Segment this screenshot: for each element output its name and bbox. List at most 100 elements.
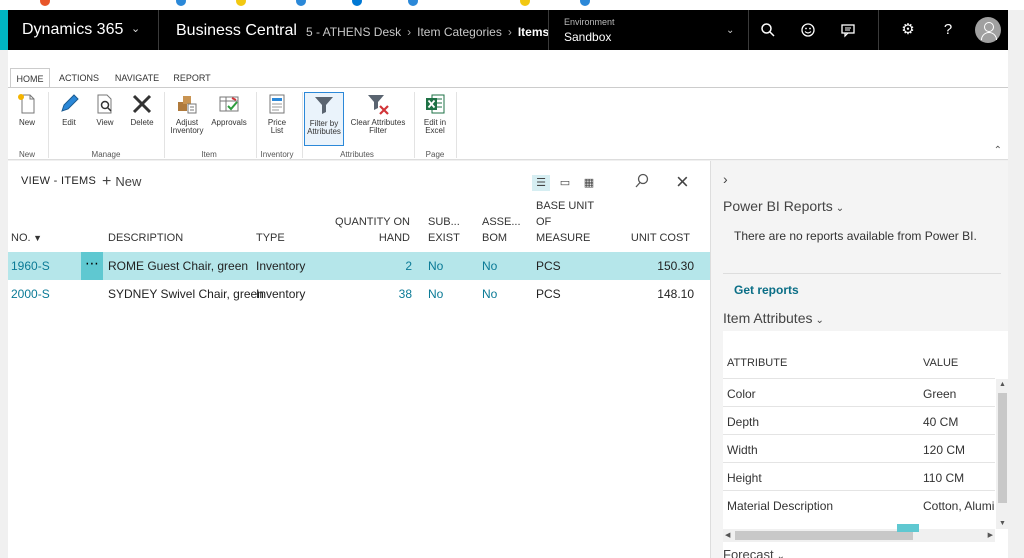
adjust-inventory-button[interactable]: Adjust Inventory bbox=[168, 92, 206, 135]
scroll-down-icon[interactable]: ▼ bbox=[999, 520, 1006, 527]
new-item-button[interactable]: + New bbox=[102, 173, 141, 191]
group-divider bbox=[48, 92, 49, 158]
powerbi-reports-header[interactable]: Power BI Reports ⌄ bbox=[723, 198, 844, 214]
item-no-link[interactable]: 2000-S bbox=[11, 287, 50, 301]
group-label-item: Item bbox=[201, 150, 217, 159]
attributes-horizontal-scrollbar[interactable]: ◀ ▶ bbox=[723, 524, 995, 542]
item-quantity-link[interactable]: 2 bbox=[348, 259, 412, 273]
column-header-base-unit-l2: OF bbox=[536, 216, 552, 228]
delete-button[interactable]: Delete bbox=[126, 92, 158, 127]
column-header-quantity[interactable]: QUANTITY ON HAND bbox=[320, 214, 410, 246]
scrollbar-thumb[interactable] bbox=[735, 531, 913, 540]
attribute-row[interactable]: Depth 40 CM bbox=[723, 406, 995, 434]
tile-view-icon[interactable]: ▦ bbox=[580, 175, 598, 191]
new-document-icon bbox=[18, 94, 35, 114]
chevron-down-icon[interactable]: ⌄ bbox=[726, 25, 734, 36]
column-header-substitutes-l2: EXIST bbox=[428, 232, 460, 244]
close-icon[interactable]: × bbox=[676, 169, 689, 195]
new-button[interactable]: New bbox=[12, 92, 42, 127]
scroll-right-icon[interactable]: ▶ bbox=[988, 531, 993, 539]
group-label-inventory: Inventory bbox=[260, 150, 294, 159]
attribute-value: Cotton, Alumi bbox=[923, 499, 995, 513]
breadcrumb-item[interactable]: Item Categories bbox=[417, 25, 502, 39]
item-quantity-link[interactable]: 38 bbox=[348, 287, 412, 301]
scroll-left-icon[interactable]: ◀ bbox=[725, 531, 730, 539]
nav-divider bbox=[548, 10, 549, 50]
chevron-down-icon: ⌄ bbox=[815, 315, 824, 326]
item-assembly-bom-link[interactable]: No bbox=[482, 287, 497, 301]
collapse-ribbon-icon[interactable]: ⌃ bbox=[994, 145, 1002, 156]
edit-button[interactable]: Edit bbox=[54, 92, 84, 127]
column-resize-handle[interactable] bbox=[897, 524, 919, 532]
item-substitutes-link[interactable]: No bbox=[428, 259, 443, 273]
user-avatar-icon[interactable] bbox=[975, 17, 1001, 43]
help-icon[interactable]: ? bbox=[936, 18, 960, 42]
search-icon[interactable] bbox=[634, 173, 650, 193]
scroll-up-icon[interactable]: ▲ bbox=[999, 381, 1006, 388]
price-list-button[interactable]: Price List bbox=[260, 92, 294, 135]
table-row[interactable]: 2000-S SYDNEY Swivel Chair, green Invent… bbox=[8, 280, 710, 308]
forecast-header[interactable]: Forecast ⌄ bbox=[723, 547, 785, 558]
boxes-icon bbox=[178, 96, 197, 114]
chevron-right-icon: › bbox=[407, 25, 412, 39]
action-ribbon: HOME ACTIONS NAVIGATE REPORT New New Edi… bbox=[8, 50, 1008, 160]
column-header-no[interactable]: NO. ▼ bbox=[11, 230, 42, 246]
environment-value[interactable]: Sandbox bbox=[564, 30, 611, 44]
item-attributes-table: ATTRIBUTE VALUE Color Green Depth 40 CM … bbox=[723, 331, 1008, 558]
chat-icon[interactable] bbox=[836, 18, 860, 42]
view-button[interactable]: View bbox=[90, 92, 120, 127]
approvals-button[interactable]: Approvals bbox=[208, 92, 250, 127]
tab-navigate[interactable]: NAVIGATE bbox=[110, 68, 164, 88]
attribute-row[interactable]: Material Description Cotton, Alumi bbox=[723, 490, 995, 518]
get-reports-link[interactable]: Get reports bbox=[734, 283, 799, 297]
app-name[interactable]: Business Central bbox=[176, 22, 297, 40]
attribute-row[interactable]: Width 120 CM bbox=[723, 434, 995, 462]
attribute-row[interactable]: Height 110 CM bbox=[723, 462, 995, 490]
chevron-down-icon[interactable]: ⌄ bbox=[131, 22, 140, 35]
column-header-substitutes-l1: SUB... bbox=[428, 216, 460, 228]
new-item-label: New bbox=[115, 174, 142, 189]
view-button-label: View bbox=[96, 118, 114, 127]
product-switcher[interactable]: Dynamics 365 bbox=[22, 21, 123, 39]
tab-actions[interactable]: ACTIONS bbox=[56, 68, 102, 88]
column-header-base-unit[interactable]: BASE UNIT OF MEASURE bbox=[536, 198, 594, 246]
clear-attributes-filter-button[interactable]: Clear Attributes Filter bbox=[346, 92, 410, 135]
chevron-down-icon: ⌄ bbox=[835, 203, 845, 214]
edit-in-excel-button[interactable]: Edit in Excel bbox=[418, 92, 452, 135]
breadcrumb-current: Items bbox=[517, 25, 550, 39]
tab-home[interactable]: HOME bbox=[10, 68, 50, 88]
collapse-factbox-chevron-icon[interactable]: › bbox=[723, 171, 728, 187]
group-divider bbox=[256, 92, 257, 158]
attribute-row[interactable]: Color Green bbox=[723, 378, 995, 406]
column-header-assembly-bom[interactable]: ASSE... BOM bbox=[482, 214, 521, 246]
list-view-icon[interactable]: ☰ bbox=[532, 175, 550, 191]
table-row[interactable]: 1960-S ⋯ ROME Guest Chair, green Invento… bbox=[8, 252, 710, 280]
scrollbar-thumb[interactable] bbox=[998, 393, 1007, 503]
column-header-description[interactable]: DESCRIPTION bbox=[108, 230, 183, 246]
item-assembly-bom-link[interactable]: No bbox=[482, 259, 497, 273]
breadcrumb-item[interactable]: 5 - ATHENS Desk bbox=[306, 25, 401, 39]
page-title: VIEW - ITEMS bbox=[21, 175, 97, 187]
smiley-icon[interactable] bbox=[796, 18, 820, 42]
tab-report[interactable]: REPORT bbox=[170, 68, 214, 88]
column-header-unit-cost[interactable]: UNIT COST bbox=[608, 230, 690, 246]
search-icon[interactable] bbox=[756, 18, 780, 42]
gear-icon[interactable]: ⚙ bbox=[896, 18, 920, 42]
item-substitutes-link[interactable]: No bbox=[428, 287, 443, 301]
attributes-vertical-scrollbar[interactable]: ▲ ▼ bbox=[996, 379, 1008, 529]
column-header-substitutes[interactable]: SUB... EXIST bbox=[428, 214, 460, 246]
app-icon bbox=[176, 0, 186, 6]
item-attributes-header[interactable]: Item Attributes ⌄ bbox=[723, 310, 824, 326]
view-document-icon bbox=[97, 94, 112, 114]
row-actions-ellipsis-icon[interactable]: ⋯ bbox=[81, 252, 103, 280]
forecast-title: Forecast bbox=[723, 547, 774, 558]
item-description: ROME Guest Chair, green bbox=[108, 259, 249, 273]
tall-view-icon[interactable]: ▭ bbox=[556, 175, 574, 191]
column-header-type[interactable]: TYPE bbox=[256, 230, 285, 246]
nav-divider bbox=[878, 10, 879, 50]
item-base-unit: PCS bbox=[536, 287, 561, 301]
group-label-manage: Manage bbox=[91, 150, 121, 159]
approvals-button-label: Approvals bbox=[211, 118, 247, 127]
filter-by-attributes-button[interactable]: Filter by Attributes bbox=[304, 92, 344, 146]
item-no-link[interactable]: 1960-S bbox=[11, 259, 50, 273]
